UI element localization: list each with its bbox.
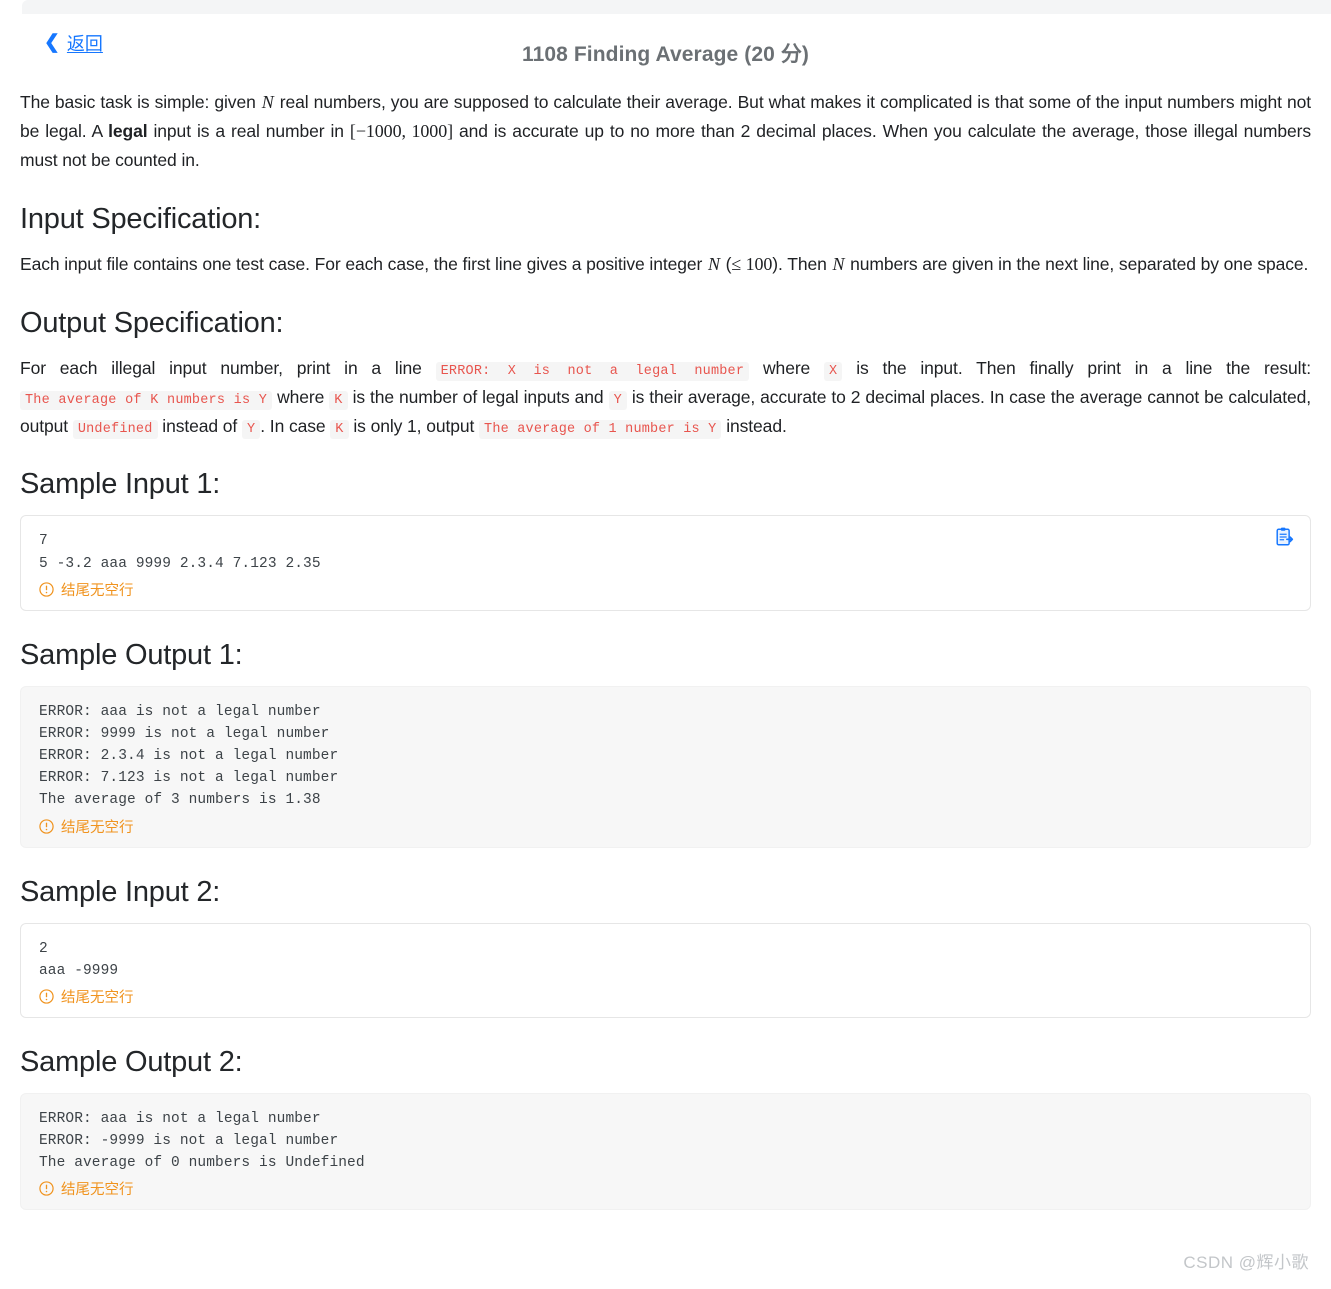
math-le-100: ≤ 100 [731,253,773,274]
math-var-n: N [832,253,845,274]
math-var-n: N [261,92,274,112]
watermark: CSDN @辉小歌 [1183,1253,1309,1272]
warning-circle-icon [39,989,54,1004]
output-text-5: is the number of legal inputs and [347,386,609,407]
sample-output-1-note: 结尾无空行 [39,816,1294,837]
code-var-k: K [329,390,348,410]
code-average-single-format: The average of 1 number is Y [479,419,722,439]
code-var-x: X [824,361,843,381]
sample-input-1-heading: Sample Input 1: [20,468,221,501]
math-var-n: N [708,253,720,274]
sample-output-1-block: ERROR: aaa is not a legal number ERROR: … [20,685,1311,848]
sample-output-2-heading: Sample Output 2: [20,1045,243,1078]
output-text-9: is only 1, output [348,415,480,436]
sample-output-2-code: ERROR: aaa is not a legal number ERROR: … [39,1110,365,1172]
output-spec-heading: Output Specification: [20,306,284,339]
page-header: ❮ 返回 1108 Finding Average (20 分) [18,14,1313,74]
code-undefined: Undefined [72,419,158,439]
sample-input-2-code: 2 aaa -9999 [39,940,119,979]
sample-input-1-code: 7 5 -3.2 aaa 9999 2.3.4 7.123 2.35 [39,533,321,572]
clipboard-copy-icon[interactable] [1274,526,1296,548]
output-text-7: instead of [157,415,242,436]
sample-input-2-note-label: 结尾无空行 [61,989,134,1006]
sample-input-1-block: 7 5 -3.2 aaa 9999 2.3.4 7.123 2.35 结尾无空行 [20,515,1311,611]
sample-input-2-note: 结尾无空行 [39,986,1294,1007]
legal-emphasis: legal [108,121,148,142]
sample-output-2-note-label: 结尾无空行 [61,1182,134,1199]
input-text-4: numbers are given in the next line, sepa… [845,253,1309,274]
sample-input-1-note: 结尾无空行 [39,579,1294,600]
intro-text-3: input is a real number in [147,121,350,142]
code-var-y: Y [241,419,261,439]
input-text-2: ( [720,253,732,274]
page-top-strip [22,0,1331,14]
sample-input-1-note-label: 结尾无空行 [61,582,134,599]
sample-output-1-heading: Sample Output 1: [20,638,243,671]
warning-circle-icon [39,818,54,834]
intro-text-1: The basic task is simple: given [20,92,261,112]
problem-body: The basic task is simple: given N real n… [18,88,1313,1211]
output-text-8: . In case [260,415,331,436]
page-title: 1108 Finding Average (20 分) [521,43,810,66]
output-text-1: For each illegal input number, print in … [20,357,436,378]
problem-page: ❮ 返回 1108 Finding Average (20 分) The bas… [0,14,1331,1289]
code-average-format: The average of K numbers is Y [20,390,273,410]
intro-paragraph: The basic task is simple: given N real n… [20,88,1311,175]
code-var-y: Y [608,390,627,410]
sample-output-1-code: ERROR: aaa is not a legal number ERROR: … [39,703,339,809]
output-text-10: instead. [721,415,787,436]
sample-output-2-block: ERROR: aaa is not a legal number ERROR: … [20,1092,1311,1211]
code-error-format: ERROR: X is not a legal number [435,361,750,381]
sample-output-2-note: 结尾无空行 [39,1178,1294,1199]
sample-input-2-block: 2 aaa -9999 结尾无空行 [20,922,1311,1018]
warning-circle-icon [39,1181,54,1197]
input-spec-paragraph: Each input file contains one test case. … [20,250,1311,279]
output-spec-paragraph: For each illegal input number, print in … [20,354,1311,441]
sample-output-1-note-label: 结尾无空行 [61,819,134,836]
warning-circle-icon [39,582,54,597]
math-range: [−1000, 1000] [349,121,453,142]
code-var-k: K [330,419,349,439]
output-text-4: where [272,386,330,407]
output-text-2: where [749,357,825,378]
input-spec-heading: Input Specification: [20,202,262,235]
input-text-3: ). Then [772,253,832,274]
output-text-3: is the input. Then finally print in a li… [842,357,1311,378]
input-text-1: Each input file contains one test case. … [20,253,707,274]
sample-input-2-heading: Sample Input 2: [20,875,221,908]
